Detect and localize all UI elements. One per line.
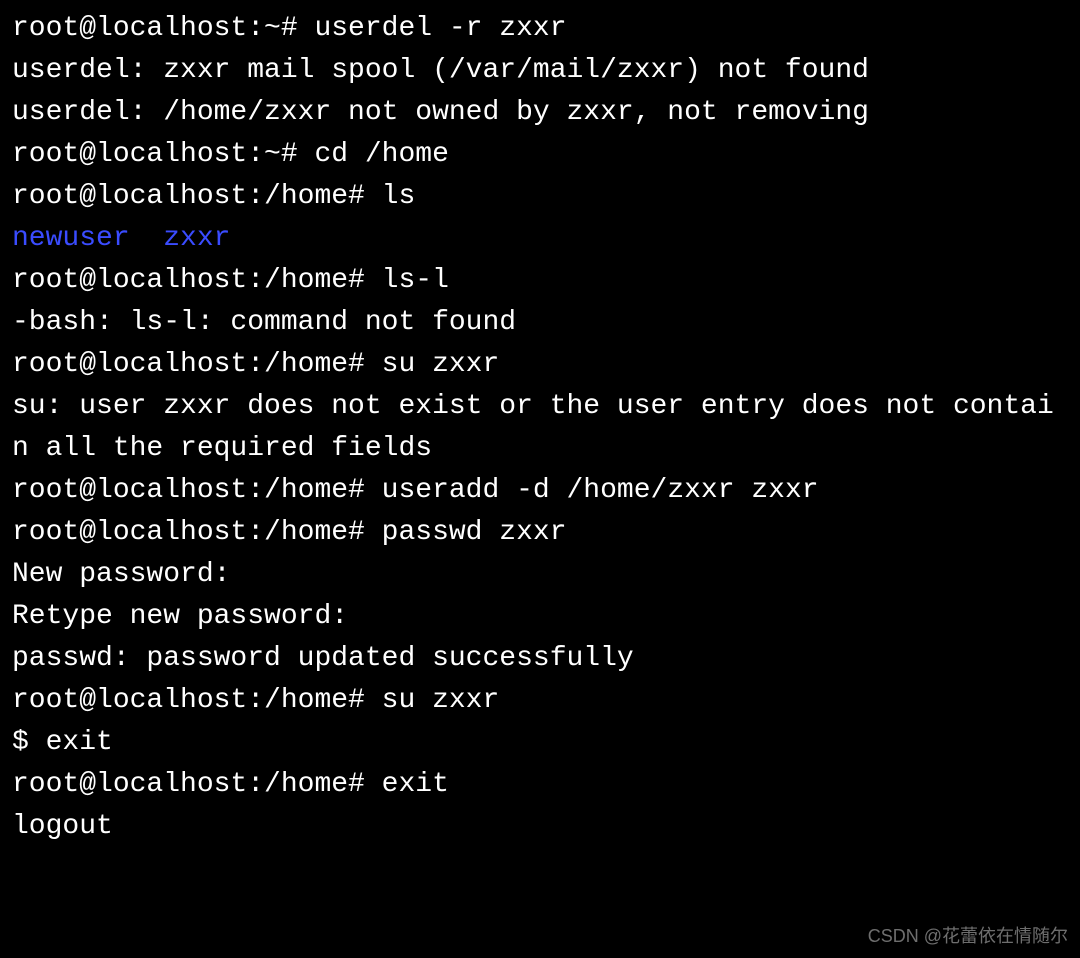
command-line: root@localhost:/home# ls (12, 176, 1068, 218)
output-line: su: user zxxr does not exist or the user… (12, 386, 1068, 470)
shell-prompt: root@localhost:~# (12, 139, 314, 170)
separator (130, 223, 164, 254)
directory-entry: newuser (12, 223, 130, 254)
terminal-window[interactable]: root@localhost:~# userdel -r zxxr userde… (12, 8, 1068, 848)
command-line: $ exit (12, 722, 1068, 764)
ls-output: newuser zxxr (12, 218, 1068, 260)
shell-prompt: root@localhost:/home# (12, 265, 382, 296)
command-line: root@localhost:/home# ls-l (12, 260, 1068, 302)
output-line: passwd: password updated successfully (12, 638, 1068, 680)
command-text: cd /home (314, 139, 448, 170)
output-line: New password: (12, 554, 1068, 596)
output-line: Retype new password: (12, 596, 1068, 638)
command-text: useradd -d /home/zxxr zxxr (382, 475, 819, 506)
shell-prompt: root@localhost:/home# (12, 475, 382, 506)
shell-prompt: root@localhost:/home# (12, 181, 382, 212)
shell-prompt: root@localhost:/home# (12, 517, 382, 548)
shell-prompt: root@localhost:/home# (12, 685, 382, 716)
command-line: root@localhost:~# cd /home (12, 134, 1068, 176)
command-text: passwd zxxr (382, 517, 567, 548)
command-text: su zxxr (382, 685, 500, 716)
command-text: ls (382, 181, 416, 212)
shell-prompt: root@localhost:/home# (12, 769, 382, 800)
command-line: root@localhost:/home# passwd zxxr (12, 512, 1068, 554)
command-line: root@localhost:~# userdel -r zxxr (12, 8, 1068, 50)
output-line: userdel: /home/zxxr not owned by zxxr, n… (12, 92, 1068, 134)
command-text: userdel -r zxxr (314, 13, 566, 44)
output-line: -bash: ls-l: command not found (12, 302, 1068, 344)
shell-prompt: root@localhost:/home# (12, 349, 382, 380)
command-line: root@localhost:/home# exit (12, 764, 1068, 806)
command-text: exit (46, 727, 113, 758)
watermark-text: CSDN @花蕾依在情随尔 (868, 923, 1068, 950)
command-text: exit (382, 769, 449, 800)
command-line: root@localhost:/home# su zxxr (12, 344, 1068, 386)
directory-entry: zxxr (163, 223, 230, 254)
command-text: ls-l (382, 265, 449, 296)
command-line: root@localhost:/home# useradd -d /home/z… (12, 470, 1068, 512)
command-line: root@localhost:/home# su zxxr (12, 680, 1068, 722)
output-line: logout (12, 806, 1068, 848)
output-line: userdel: zxxr mail spool (/var/mail/zxxr… (12, 50, 1068, 92)
shell-prompt: $ (12, 727, 46, 758)
command-text: su zxxr (382, 349, 500, 380)
shell-prompt: root@localhost:~# (12, 13, 314, 44)
